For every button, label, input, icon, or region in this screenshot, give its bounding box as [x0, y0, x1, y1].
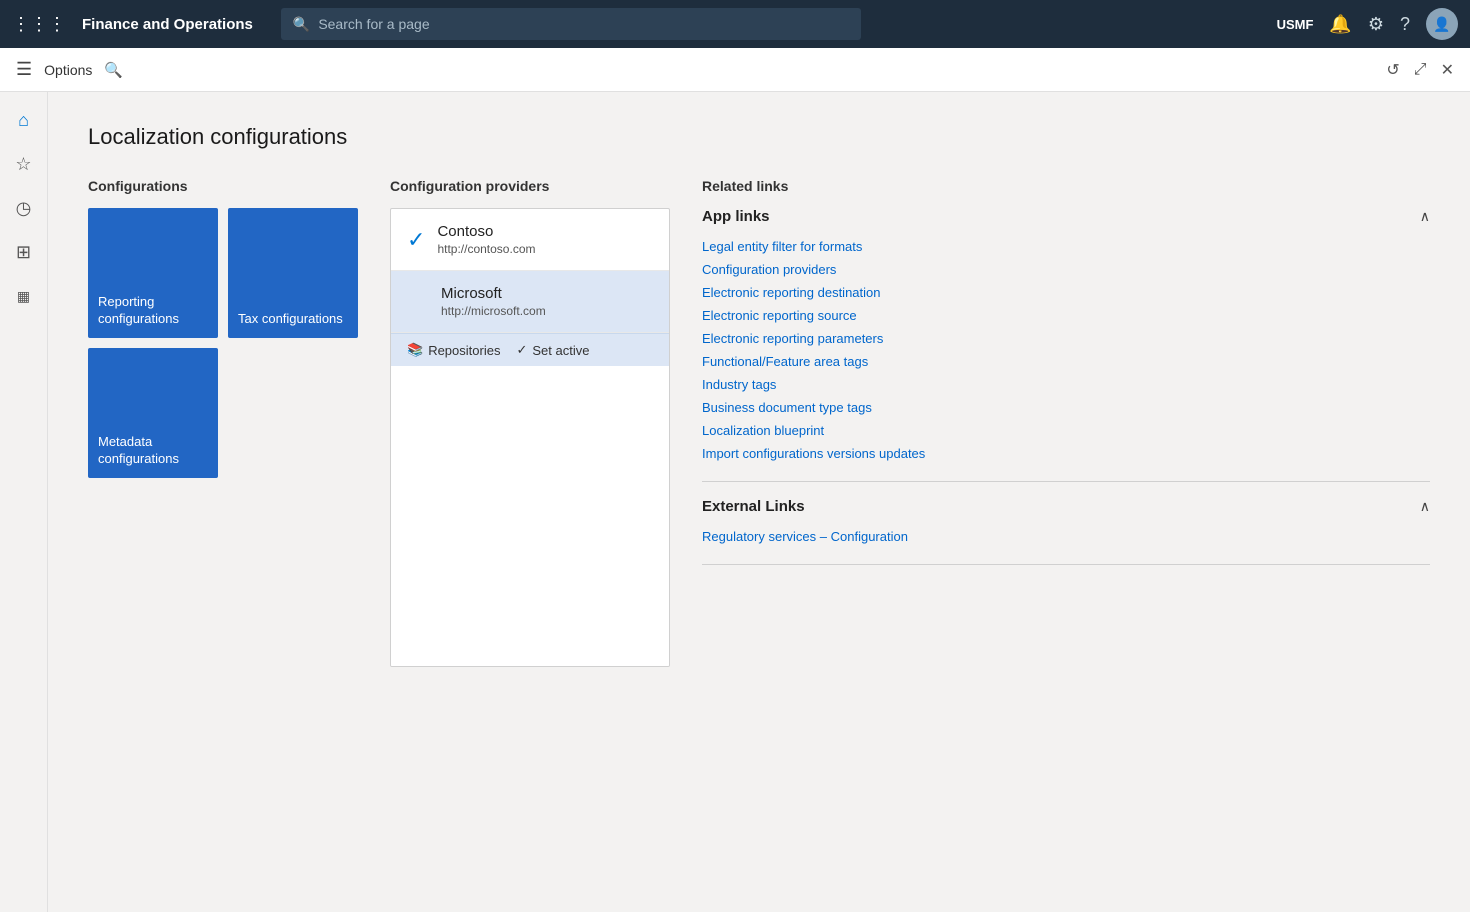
providers-header: Configuration providers — [390, 178, 670, 194]
provider-contoso-name: Contoso — [437, 223, 535, 240]
app-links-header: App links ∧ — [702, 208, 1430, 225]
topbar: ⋮⋮⋮ Finance and Operations 🔍 USMF 🔔 ⚙ ? … — [0, 0, 1470, 48]
sidebar-item-modules[interactable]: ▦ — [4, 276, 44, 316]
check-icon: ✓ — [407, 227, 425, 253]
app-title: Finance and Operations — [82, 16, 253, 33]
settings-icon[interactable]: ⚙ — [1368, 14, 1384, 35]
configurations-header: Configurations — [88, 178, 358, 194]
link-functional-feature-tags[interactable]: Functional/Feature area tags — [702, 350, 1430, 373]
link-er-source[interactable]: Electronic reporting source — [702, 304, 1430, 327]
company-label: USMF — [1277, 17, 1314, 32]
options-label: Options — [44, 62, 92, 78]
sidebar-item-workspaces[interactable]: ⊞ — [4, 232, 44, 272]
app-links-section: App links ∧ Legal entity filter for form… — [702, 208, 1430, 465]
close-icon[interactable]: ✕ — [1441, 60, 1454, 80]
main-layout: ⌂ ☆ ◷ ⊞ ▦ Localization configurations Co… — [0, 92, 1470, 912]
tile-reporting[interactable]: Reporting configurations — [88, 208, 218, 338]
help-icon[interactable]: ? — [1400, 14, 1410, 35]
grid-icon[interactable]: ⋮⋮⋮ — [12, 14, 66, 35]
provider-microsoft-name: Microsoft — [441, 285, 546, 302]
link-er-destination[interactable]: Electronic reporting destination — [702, 281, 1430, 304]
search-icon: 🔍 — [293, 16, 310, 33]
provider-contoso-info: Contoso http://contoso.com — [437, 223, 535, 256]
tiles-grid: Reporting configurations Tax configurati… — [88, 208, 358, 478]
link-config-providers[interactable]: Configuration providers — [702, 258, 1430, 281]
provider-microsoft-info: Microsoft http://microsoft.com — [441, 285, 546, 318]
related-links-header: Related links — [702, 178, 1430, 194]
repositories-label: Repositories — [428, 343, 500, 358]
provider-microsoft-url: http://microsoft.com — [441, 304, 546, 318]
provider-toolbar: 📚 Repositories ✓ Set active — [391, 333, 669, 366]
configurations-column: Configurations Reporting configurations … — [88, 178, 358, 478]
link-regulatory-services[interactable]: Regulatory services – Configuration — [702, 525, 1430, 548]
external-links-section: External Links ∧ Regulatory services – C… — [702, 498, 1430, 548]
expand-icon[interactable]: ⤢ — [1414, 61, 1427, 79]
provider-contoso[interactable]: ✓ Contoso http://contoso.com — [391, 209, 669, 271]
app-links-title: App links — [702, 208, 770, 225]
provider-microsoft-header: Microsoft http://microsoft.com — [407, 285, 653, 318]
secbar-search-icon[interactable]: 🔍 — [104, 61, 123, 79]
repositories-button[interactable]: 📚 Repositories — [407, 342, 500, 358]
sidebar-item-home[interactable]: ⌂ — [4, 100, 44, 140]
app-links-collapse-icon[interactable]: ∧ — [1420, 208, 1430, 225]
secbar-right: ↺ ⤢ ✕ — [1386, 60, 1454, 80]
secbar: ☰ Options 🔍 ↺ ⤢ ✕ — [0, 48, 1470, 92]
set-active-check-icon: ✓ — [516, 342, 527, 358]
content-area: Localization configurations Configuratio… — [48, 92, 1470, 912]
provider-empty-area — [391, 366, 669, 666]
avatar[interactable]: 👤 — [1426, 8, 1458, 40]
link-localization-blueprint[interactable]: Localization blueprint — [702, 419, 1430, 442]
external-links-collapse-icon[interactable]: ∧ — [1420, 498, 1430, 515]
link-er-parameters[interactable]: Electronic reporting parameters — [702, 327, 1430, 350]
links-divider — [702, 481, 1430, 482]
sidebar: ⌂ ☆ ◷ ⊞ ▦ — [0, 92, 48, 912]
tile-tax[interactable]: Tax configurations — [228, 208, 358, 338]
columns-layout: Configurations Reporting configurations … — [88, 178, 1430, 667]
set-active-label: Set active — [532, 343, 589, 358]
link-legal-entity-filter[interactable]: Legal entity filter for formats — [702, 235, 1430, 258]
topbar-right: USMF 🔔 ⚙ ? 👤 — [1277, 8, 1458, 40]
tile-metadata[interactable]: Metadata configurations — [88, 348, 218, 478]
sidebar-item-recent[interactable]: ◷ — [4, 188, 44, 228]
link-industry-tags[interactable]: Industry tags — [702, 373, 1430, 396]
notification-icon[interactable]: 🔔 — [1329, 14, 1351, 35]
providers-column: Configuration providers ✓ Contoso http:/… — [390, 178, 670, 667]
set-active-button[interactable]: ✓ Set active — [516, 342, 589, 358]
related-links-column: Related links App links ∧ Legal entity f… — [702, 178, 1430, 581]
search-bar[interactable]: 🔍 — [281, 8, 861, 40]
hamburger-icon[interactable]: ☰ — [16, 59, 32, 80]
page-title: Localization configurations — [88, 124, 1430, 150]
repositories-icon: 📚 — [407, 342, 423, 358]
providers-list: ✓ Contoso http://contoso.com Micr — [390, 208, 670, 667]
link-import-config-updates[interactable]: Import configurations versions updates — [702, 442, 1430, 465]
link-business-doc-tags[interactable]: Business document type tags — [702, 396, 1430, 419]
provider-contoso-url: http://contoso.com — [437, 242, 535, 256]
external-links-bottom-divider — [702, 564, 1430, 565]
provider-microsoft[interactable]: Microsoft http://microsoft.com — [391, 271, 669, 333]
external-links-header: External Links ∧ — [702, 498, 1430, 515]
refresh-icon[interactable]: ↺ — [1386, 60, 1399, 80]
search-input[interactable] — [318, 16, 849, 32]
sidebar-item-favorites[interactable]: ☆ — [4, 144, 44, 184]
external-links-title: External Links — [702, 498, 805, 515]
provider-contoso-header: ✓ Contoso http://contoso.com — [407, 223, 653, 256]
